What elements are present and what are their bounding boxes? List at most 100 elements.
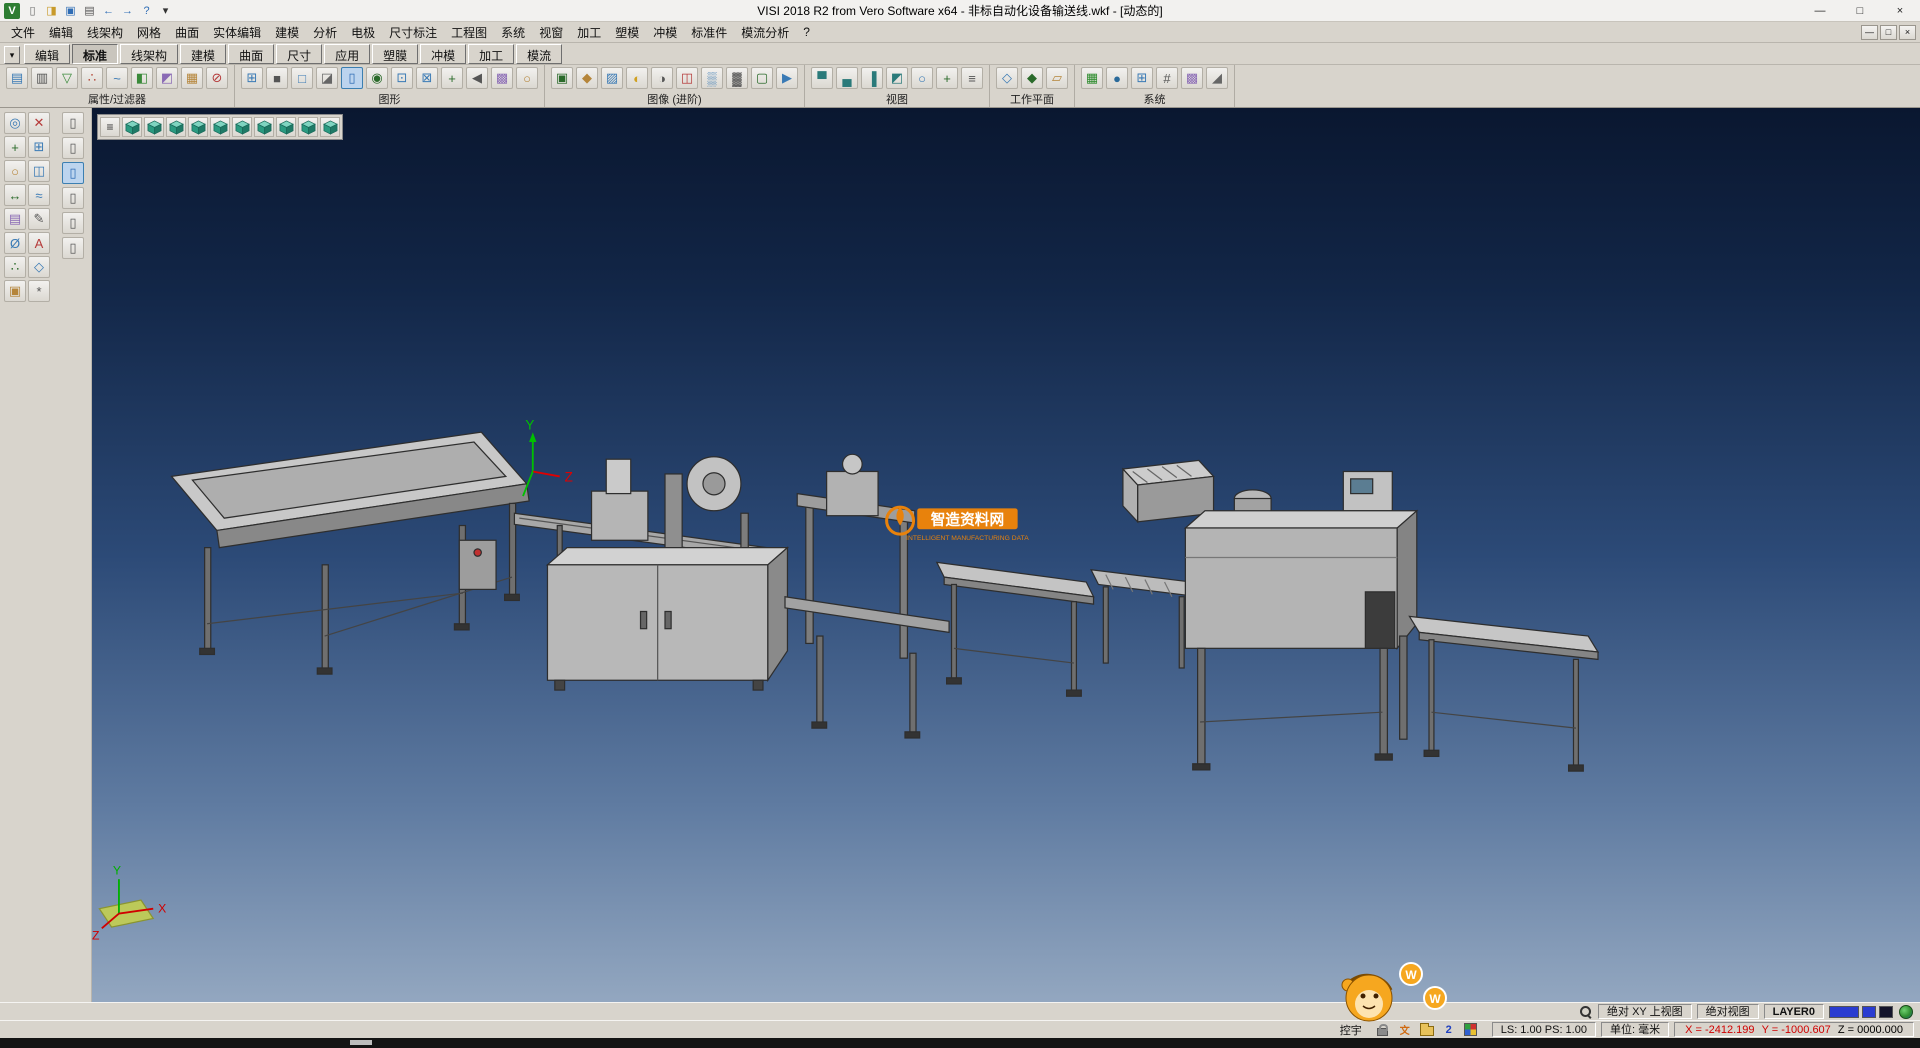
absolute-view-indicator[interactable]: 绝对视图 bbox=[1697, 1004, 1759, 1019]
menu-solid-edit[interactable]: 实体编辑 bbox=[206, 22, 268, 43]
filter-reset-icon[interactable]: ⊘ bbox=[206, 67, 228, 89]
view-iso-icon[interactable]: ◩ bbox=[886, 67, 908, 89]
menu-machining[interactable]: 加工 bbox=[570, 22, 608, 43]
render-icon[interactable]: ▣ bbox=[551, 67, 573, 89]
menu-edit[interactable]: 编辑 bbox=[42, 22, 80, 43]
menu-flow-analysis[interactable]: 模流分析 bbox=[734, 22, 796, 43]
redo-icon[interactable]: → bbox=[119, 2, 136, 19]
globe-icon[interactable] bbox=[1898, 1004, 1914, 1019]
workplane-entity-icon[interactable]: ◆ bbox=[1021, 67, 1043, 89]
background-color-swatch[interactable] bbox=[1879, 1006, 1893, 1018]
menu-help[interactable]: ? bbox=[796, 23, 817, 41]
tab-standard[interactable]: 标准 bbox=[72, 44, 118, 64]
tab-dimension[interactable]: 尺寸 bbox=[276, 44, 322, 64]
view-menu-button[interactable]: ≡ bbox=[100, 117, 120, 137]
buffer-slot-icon-6[interactable]: ▯ bbox=[62, 237, 84, 259]
background-icon[interactable]: ▓ bbox=[726, 67, 748, 89]
menu-electrode[interactable]: 电极 bbox=[344, 22, 382, 43]
measure-tool-icon[interactable]: Ø bbox=[4, 232, 26, 254]
buffer-slot-icon-1[interactable]: ▯ bbox=[62, 112, 84, 134]
view-cube-top-icon[interactable] bbox=[144, 117, 164, 137]
tab-machining[interactable]: 加工 bbox=[468, 44, 514, 64]
tab-molding[interactable]: 塑膜 bbox=[372, 44, 418, 64]
view-side-icon[interactable]: ▐ bbox=[861, 67, 883, 89]
filter-curves-icon[interactable]: ~ bbox=[106, 67, 128, 89]
system-calc-icon[interactable]: ▩ bbox=[1181, 67, 1203, 89]
mdi-restore-button[interactable]: □ bbox=[1880, 25, 1897, 40]
layers-tool-icon[interactable]: ▤ bbox=[4, 208, 26, 230]
transparency-icon[interactable]: ▒ bbox=[701, 67, 723, 89]
system-colors-icon[interactable]: ▦ bbox=[1081, 67, 1103, 89]
palette-icon[interactable] bbox=[1463, 1022, 1479, 1037]
view-cube-right-icon[interactable] bbox=[232, 117, 252, 137]
stretch-tool-icon[interactable]: ↔ bbox=[4, 184, 26, 206]
menu-surface[interactable]: 曲面 bbox=[168, 22, 206, 43]
viewport-3d[interactable]: Y Z Y X Z 智造资料网 INTELLIGENT M bbox=[92, 108, 1920, 1002]
help-icon[interactable]: ? bbox=[138, 2, 155, 19]
zoom-tool-icon[interactable]: ◎ bbox=[4, 112, 26, 134]
active-layer-indicator[interactable]: LAYER0 bbox=[1764, 1004, 1824, 1019]
view-cube-iso-icon[interactable] bbox=[122, 117, 142, 137]
buffer-slot-icon-2[interactable]: ▯ bbox=[62, 137, 84, 159]
workplane-free-icon[interactable]: ▱ bbox=[1046, 67, 1068, 89]
open-folder-icon[interactable]: ◨ bbox=[43, 2, 60, 19]
system-ramp-icon[interactable]: ◢ bbox=[1206, 67, 1228, 89]
offset-tool-icon[interactable]: ≈ bbox=[28, 184, 50, 206]
view-cube-bottom-icon[interactable] bbox=[254, 117, 274, 137]
zoom-window-icon[interactable]: ⊡ bbox=[391, 67, 413, 89]
system-grid-icon[interactable]: # bbox=[1156, 67, 1178, 89]
zoom-extents-icon[interactable]: ⊠ bbox=[416, 67, 438, 89]
view-cube-back-icon[interactable] bbox=[188, 117, 208, 137]
animation-icon[interactable]: ▶ bbox=[776, 67, 798, 89]
system-table-icon[interactable]: ⊞ bbox=[1131, 67, 1153, 89]
hidden-line-icon[interactable]: ◪ bbox=[316, 67, 338, 89]
tab-die[interactable]: 冲模 bbox=[420, 44, 466, 64]
view-rotate-icon[interactable]: ○ bbox=[911, 67, 933, 89]
fill-color-swatch[interactable] bbox=[1862, 1006, 1876, 1018]
menu-window[interactable]: 视窗 bbox=[532, 22, 570, 43]
view-mode-indicator[interactable]: 绝对 XY 上视图 bbox=[1598, 1004, 1692, 1019]
view-cube-iso3-icon[interactable] bbox=[298, 117, 318, 137]
annotate-tool-icon[interactable]: A bbox=[28, 232, 50, 254]
buffer-slot-icon-5[interactable]: ▯ bbox=[62, 212, 84, 234]
previous-view-icon[interactable]: ◀ bbox=[466, 67, 488, 89]
shaded-view-icon[interactable]: ■ bbox=[266, 67, 288, 89]
save-icon[interactable]: ▣ bbox=[62, 2, 79, 19]
group-tool-icon[interactable]: ▣ bbox=[4, 280, 26, 302]
menu-mesh[interactable]: 网格 bbox=[130, 22, 168, 43]
snapshot-icon[interactable]: ▢ bbox=[751, 67, 773, 89]
delete-tool-icon[interactable]: ✕ bbox=[28, 112, 50, 134]
textures-icon[interactable]: ▨ bbox=[601, 67, 623, 89]
wireframe-view-icon[interactable]: □ bbox=[291, 67, 313, 89]
menu-wireframe[interactable]: 线架构 bbox=[80, 22, 130, 43]
properties-tool-icon[interactable]: ✎ bbox=[28, 208, 50, 230]
new-file-icon[interactable]: ▯ bbox=[24, 2, 41, 19]
redraw-icon[interactable]: ⊞ bbox=[241, 67, 263, 89]
menu-modeling[interactable]: 建模 bbox=[268, 22, 306, 43]
print-preview-icon[interactable]: ▥ bbox=[31, 67, 53, 89]
view-list-icon[interactable]: ≡ bbox=[961, 67, 983, 89]
filter-points-icon[interactable]: ∴ bbox=[81, 67, 103, 89]
menu-die[interactable]: 冲模 bbox=[646, 22, 684, 43]
filter-mesh-icon[interactable]: ▦ bbox=[181, 67, 203, 89]
point-tool-icon[interactable]: ∴ bbox=[4, 256, 26, 278]
menu-analysis[interactable]: 分析 bbox=[306, 22, 344, 43]
view-align-icon[interactable]: + bbox=[936, 67, 958, 89]
print-icon[interactable]: ▤ bbox=[81, 2, 98, 19]
dynamic-view-icon[interactable]: ◉ bbox=[366, 67, 388, 89]
menu-mold[interactable]: 塑模 bbox=[608, 22, 646, 43]
undo-icon[interactable]: ← bbox=[100, 2, 117, 19]
mirror-tool-icon[interactable]: ◫ bbox=[28, 160, 50, 182]
filter-all-icon[interactable]: ▽ bbox=[56, 67, 78, 89]
layers-display-icon[interactable]: ▩ bbox=[491, 67, 513, 89]
pan-view-icon[interactable]: + bbox=[441, 67, 463, 89]
tab-flow[interactable]: 模流 bbox=[516, 44, 562, 64]
section-view-icon[interactable]: ◫ bbox=[676, 67, 698, 89]
view-cube-front-icon[interactable] bbox=[166, 117, 186, 137]
menu-system[interactable]: 系统 bbox=[494, 22, 532, 43]
menu-drawing[interactable]: 工程图 bbox=[444, 22, 494, 43]
tab-application[interactable]: 应用 bbox=[324, 44, 370, 64]
explode-tool-icon[interactable]: * bbox=[28, 280, 50, 302]
tab-wireframe[interactable]: 线架构 bbox=[120, 44, 178, 64]
shadows-icon[interactable]: ◑ bbox=[651, 67, 673, 89]
